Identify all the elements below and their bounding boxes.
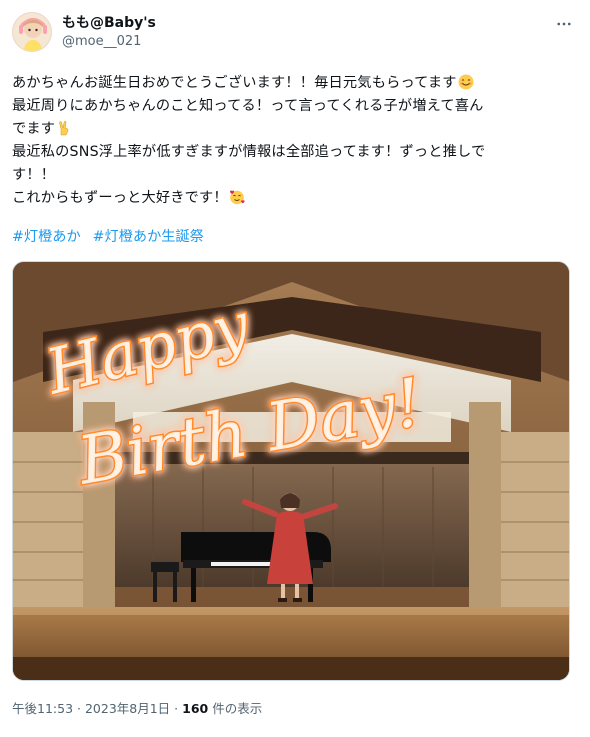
tweet-text-line: 最近周りにあかちゃんのこと知ってる！って言ってくれる子が増えて喜ん: [12, 95, 578, 118]
tweet-text-segment: これからもずーっと大好きです！: [12, 190, 228, 206]
hashtag-link[interactable]: #灯橙あか生誕祭: [93, 229, 204, 245]
tweet-date[interactable]: 2023年8月1日: [85, 701, 170, 716]
author-names: もも@Baby's @moe__021: [62, 14, 156, 51]
tweet-text-line: 最近私のSNS浮上率が低すぎますが情報は全部追ってます！ずっと推しで: [12, 141, 578, 164]
hashtags: #灯橙あか #灯橙あか生誕祭: [12, 226, 216, 249]
tweet-text-segment: 最近私のSNS浮上率が低すぎますが情報は全部追ってます！ずっと推しで: [12, 144, 486, 160]
tweet-text-line: でます: [12, 118, 578, 141]
tweet-meta: 午後11:53 · 2023年8月1日 · 160 件の表示: [12, 700, 262, 718]
tweet-photo[interactable]: Happy Happy Birth Day! Birth Day!: [12, 261, 570, 681]
tweet-text-line: これからもずーっと大好きです！: [12, 187, 578, 210]
meta-separator: ·: [77, 701, 85, 716]
tweet-header: もも@Baby's @moe__021: [12, 12, 578, 62]
user-handle[interactable]: @moe__021: [62, 33, 156, 51]
tweet-time[interactable]: 午後11:53: [12, 701, 73, 716]
hashtag-link[interactable]: #灯橙あか: [12, 229, 81, 245]
smiling-face-emoji-icon: [458, 74, 474, 90]
tweet-text-segment: す！！: [12, 167, 56, 183]
meta-separator: ·: [174, 701, 183, 716]
tweet-text-segment: あかちゃんお誕生日おめでとうございます！！毎日元気もらってます: [12, 75, 457, 91]
display-name[interactable]: もも@Baby's: [62, 14, 156, 33]
tweet-text-segment: 最近周りにあかちゃんのこと知ってる！って言ってくれる子が増えて喜ん: [12, 98, 484, 114]
views-label: 件の表示: [212, 701, 263, 716]
smiling-face-with-hearts-emoji-icon: [229, 190, 245, 205]
more-dots-icon[interactable]: [552, 12, 576, 36]
victory-hand-emoji-icon: [59, 120, 69, 136]
tweet-text-line: あかちゃんお誕生日おめでとうございます！！毎日元気もらってます: [12, 72, 578, 95]
tweet-text: あかちゃんお誕生日おめでとうございます！！毎日元気もらってます 最近周りにあかち…: [12, 72, 578, 210]
tweet-card: もも@Baby's @moe__021 あかちゃんお誕生日おめでとうございます！…: [0, 0, 590, 737]
views-count: 160: [182, 701, 209, 716]
avatar[interactable]: [12, 12, 52, 52]
tweet-text-line: す！！: [12, 164, 578, 187]
tweet-text-segment: でます: [12, 121, 56, 137]
